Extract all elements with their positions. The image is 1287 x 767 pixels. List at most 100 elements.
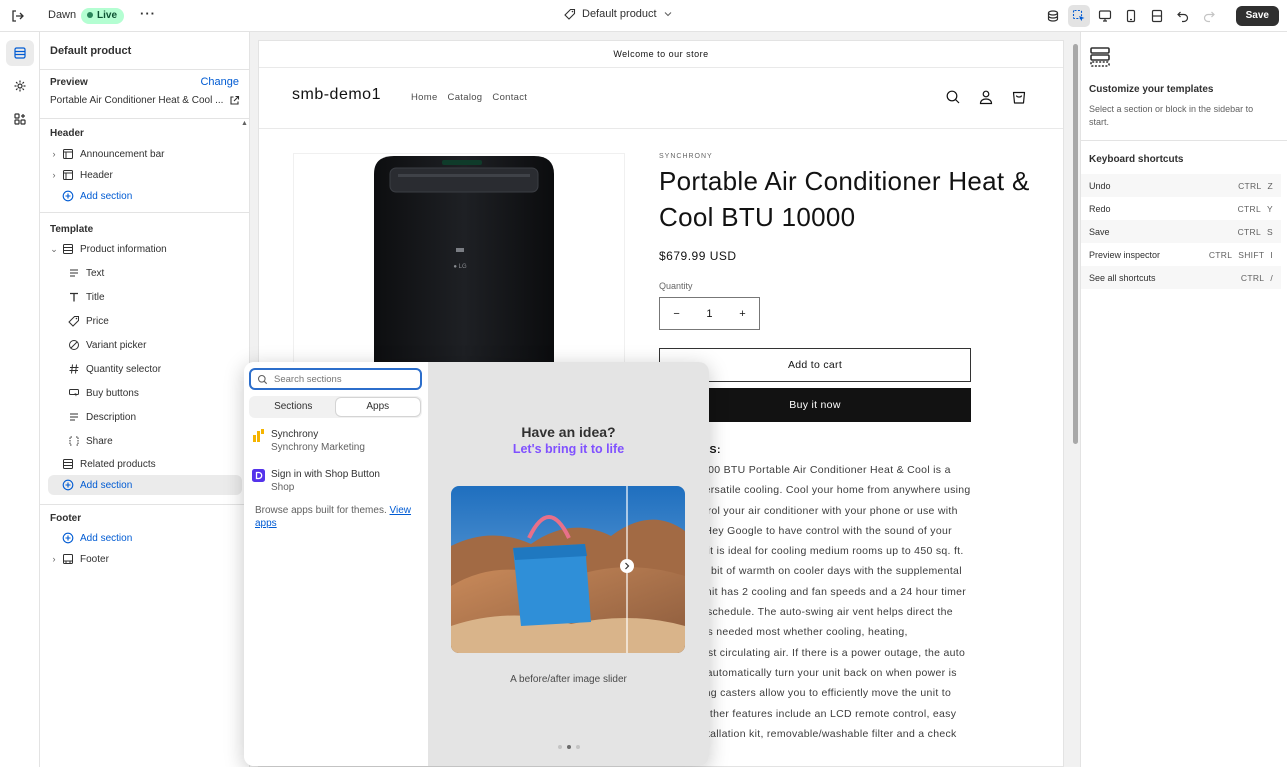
search-sections-input[interactable] bbox=[274, 373, 414, 385]
price-tag-icon bbox=[66, 314, 82, 328]
text-align-icon bbox=[66, 266, 82, 280]
cart-icon[interactable] bbox=[1011, 89, 1027, 105]
quantity-value[interactable]: 1 bbox=[706, 308, 712, 320]
header-icons bbox=[945, 89, 1027, 105]
shortcut-see-all[interactable]: See all shortcuts CTRL / bbox=[1081, 266, 1281, 289]
chevron-right-icon[interactable]: › bbox=[48, 170, 60, 180]
account-icon[interactable] bbox=[978, 89, 994, 105]
nav-home[interactable]: Home bbox=[411, 92, 438, 103]
popover-list-pane: Sections Apps Synchrony Synchrony Market… bbox=[244, 362, 428, 766]
block-share[interactable]: Share bbox=[48, 431, 242, 451]
search-icon[interactable] bbox=[945, 89, 961, 105]
preview-scrollbar[interactable] bbox=[1073, 44, 1078, 444]
template-name: Default product bbox=[582, 8, 657, 20]
undo-icon[interactable] bbox=[1172, 5, 1194, 27]
announcement-bar[interactable]: Welcome to our store bbox=[259, 41, 1063, 68]
quantity-increase-button[interactable]: + bbox=[739, 308, 745, 320]
section-footer[interactable]: › Footer bbox=[48, 549, 242, 569]
template-layout-icon bbox=[1089, 46, 1111, 71]
shortcut-save: Save CTRL S bbox=[1081, 220, 1281, 243]
fullscreen-layout-icon[interactable] bbox=[1146, 5, 1168, 27]
block-description[interactable]: Description bbox=[48, 407, 242, 427]
popover-preview-pane: Have an idea? Let's bring it to life A b… bbox=[428, 362, 709, 766]
block-label: Text bbox=[86, 267, 105, 279]
section-product-information[interactable]: ⌄ Product information bbox=[48, 239, 242, 259]
divider bbox=[40, 69, 250, 70]
change-preview-link[interactable]: Change bbox=[200, 76, 239, 88]
store-nav: Home Catalog Contact bbox=[411, 92, 527, 103]
add-section-template-button[interactable]: Add section bbox=[48, 475, 242, 495]
block-variant-picker[interactable]: Variant picker bbox=[48, 335, 242, 355]
save-button[interactable]: Save bbox=[1235, 6, 1279, 26]
shortcut-undo: Undo CTRL Z bbox=[1081, 174, 1281, 197]
quantity-decrease-button[interactable]: − bbox=[673, 308, 679, 320]
search-sections-field[interactable] bbox=[249, 368, 422, 390]
desktop-view-icon[interactable] bbox=[1094, 5, 1116, 27]
app-developer: Synchrony Marketing bbox=[271, 442, 365, 453]
browse-apps-label: Browse apps built for themes. bbox=[255, 505, 387, 516]
key: CTRL bbox=[1238, 180, 1262, 191]
carousel-dot[interactable] bbox=[575, 745, 580, 749]
description-line: enting installation kit, removable/washa… bbox=[659, 727, 957, 740]
sections-sidebar: Default product Preview Change Portable … bbox=[40, 32, 250, 767]
template-selector[interactable]: Default product bbox=[564, 8, 673, 20]
app-item-shop-button[interactable]: Sign in with Shop Button Shop bbox=[252, 468, 380, 495]
shortcut-keys: CTRL Y bbox=[1238, 204, 1273, 214]
app-item-synchrony[interactable]: Synchrony Synchrony Marketing bbox=[252, 428, 365, 455]
add-section-footer-button[interactable]: Add section bbox=[48, 528, 242, 548]
description-line: a cooling schedule. The auto-swing air v… bbox=[659, 606, 953, 619]
preview-product[interactable]: Portable Air Conditioner Heat & Cool ... bbox=[50, 95, 240, 106]
share-brackets-icon bbox=[66, 434, 82, 448]
tab-sections[interactable]: Sections bbox=[251, 398, 336, 416]
block-buy-buttons[interactable]: Buy buttons bbox=[48, 383, 242, 403]
theme-settings-gear-icon[interactable] bbox=[6, 73, 34, 99]
chevron-right-icon[interactable]: › bbox=[48, 554, 60, 564]
before-after-slider-image[interactable] bbox=[451, 486, 685, 653]
nav-catalog[interactable]: Catalog bbox=[448, 92, 483, 103]
divider bbox=[40, 118, 250, 119]
add-section-header-button[interactable]: Add section bbox=[48, 186, 242, 206]
mobile-view-icon[interactable] bbox=[1120, 5, 1142, 27]
divider bbox=[1081, 140, 1287, 141]
scroll-up-arrow-icon[interactable]: ▲ bbox=[241, 120, 248, 127]
footer-layout-icon bbox=[60, 552, 76, 566]
carousel-dot-active[interactable] bbox=[566, 745, 571, 749]
inspector-cursor-icon[interactable] bbox=[1067, 5, 1090, 27]
tab-apps[interactable]: Apps bbox=[335, 398, 420, 416]
browse-apps-text: Browse apps built for themes. View apps bbox=[255, 504, 420, 530]
section-layout-icon bbox=[60, 147, 76, 161]
chevron-down-icon[interactable]: ⌄ bbox=[48, 244, 60, 255]
editor-topbar: Dawn Live ··· Default product Save bbox=[0, 0, 1287, 32]
key: CTRL bbox=[1240, 272, 1265, 283]
database-icon[interactable] bbox=[1042, 5, 1064, 27]
synchrony-logo-icon bbox=[253, 429, 264, 442]
chevron-right-icon[interactable]: › bbox=[48, 149, 60, 159]
store-logo[interactable]: smb-demo1 bbox=[292, 86, 381, 104]
block-title[interactable]: Title bbox=[48, 287, 242, 307]
buy-button-cursor-icon bbox=[66, 386, 82, 400]
external-link-icon[interactable] bbox=[229, 95, 240, 106]
block-quantity-selector[interactable]: Quantity selector bbox=[48, 359, 242, 379]
section-related-products[interactable]: Related products bbox=[48, 454, 242, 474]
carousel-dot[interactable] bbox=[557, 745, 562, 749]
redo-icon[interactable] bbox=[1198, 5, 1220, 27]
sections-icon[interactable] bbox=[6, 40, 34, 66]
divider bbox=[40, 504, 250, 505]
quantity-selector[interactable]: − 1 + bbox=[659, 297, 760, 330]
block-text[interactable]: Text bbox=[48, 263, 242, 283]
section-header[interactable]: › Header bbox=[48, 165, 242, 185]
section-layout-icon bbox=[60, 242, 76, 256]
key: Z bbox=[1267, 180, 1273, 191]
more-actions-button[interactable]: ··· bbox=[140, 6, 156, 21]
keyboard-shortcuts-title: Keyboard shortcuts bbox=[1089, 154, 1184, 165]
search-icon bbox=[257, 374, 268, 384]
exit-icon[interactable] bbox=[10, 8, 26, 24]
block-price[interactable]: Price bbox=[48, 311, 242, 331]
add-section-label: Add section bbox=[80, 479, 133, 491]
app-embeds-icon[interactable] bbox=[6, 106, 34, 132]
section-announcement-bar[interactable]: › Announcement bar bbox=[48, 144, 242, 164]
shortcut-keys: CTRL / bbox=[1241, 273, 1273, 283]
nav-contact[interactable]: Contact bbox=[492, 92, 527, 103]
description-line: gy to control your air conditioner with … bbox=[659, 504, 958, 517]
product-price: $679.99 USD bbox=[659, 249, 737, 263]
